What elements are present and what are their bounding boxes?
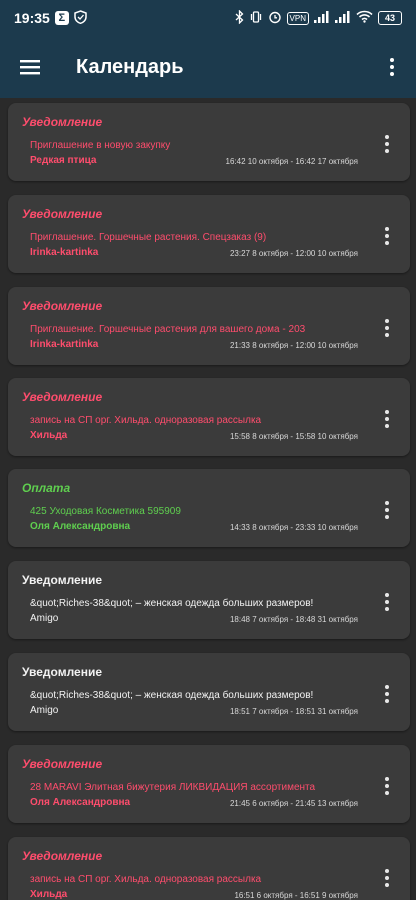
event-card[interactable]: Уведомление Приглашение. Горшечные расте… xyxy=(8,195,410,273)
event-description: 28 MARAVI Элитная бижутерия ЛИКВИДАЦИЯ а… xyxy=(30,782,316,793)
event-description: &quot;Riches-38&quot; – женская одежда б… xyxy=(30,598,314,609)
event-type: Уведомление xyxy=(22,573,103,587)
more-vertical-icon[interactable] xyxy=(374,497,400,523)
event-card[interactable]: Уведомление 28 MARAVI Элитная бижутерия … xyxy=(8,745,410,823)
status-bar: 19:35 Σ VPN 43 xyxy=(0,0,416,36)
event-list[interactable]: Уведомление Приглашение в новую закупку … xyxy=(0,98,416,900)
bluetooth-icon xyxy=(235,8,244,27)
event-description: Приглашение. Горшечные растения. Спецзак… xyxy=(30,232,267,243)
event-card[interactable]: Уведомление запись на СП орг. Хильда. од… xyxy=(8,837,410,900)
event-time: 16:51 6 октября - 16:51 9 октября xyxy=(234,891,358,900)
event-description: &quot;Riches-38&quot; – женская одежда б… xyxy=(30,690,314,701)
event-author: Оля Александровна xyxy=(30,797,131,808)
event-time: 15:58 8 октября - 15:58 10 октября xyxy=(229,432,358,441)
event-time: 21:33 8 октября - 12:00 10 октября xyxy=(229,341,358,350)
status-time: 19:35 xyxy=(14,10,50,26)
status-bar-right: VPN 43 xyxy=(235,8,402,27)
signal-icon xyxy=(314,10,330,26)
event-time: 16:42 10 октября - 16:42 17 октября xyxy=(225,157,358,166)
status-bar-left: 19:35 Σ xyxy=(14,9,87,27)
sigma-icon: Σ xyxy=(54,11,69,25)
event-card[interactable]: Уведомление Приглашение. Горшечные расте… xyxy=(8,287,410,365)
more-vertical-icon[interactable] xyxy=(374,406,400,432)
event-type: Уведомление xyxy=(22,665,103,679)
event-author: Редкая птица xyxy=(30,155,97,166)
alarm-icon xyxy=(268,10,282,27)
event-type: Уведомление xyxy=(22,849,103,863)
event-author: Хильда xyxy=(30,889,68,900)
event-author: Хильда xyxy=(30,430,68,441)
event-description: Приглашение в новую закупку xyxy=(30,140,171,151)
event-card[interactable]: Уведомление Приглашение в новую закупку … xyxy=(8,103,410,181)
more-vertical-icon[interactable] xyxy=(374,865,400,891)
event-author: Irinka-kartinka xyxy=(30,247,99,258)
hamburger-menu-icon[interactable] xyxy=(0,36,60,98)
event-type: Уведомление xyxy=(22,757,103,771)
app-bar: Календарь xyxy=(0,36,416,98)
more-vertical-icon[interactable] xyxy=(374,589,400,615)
event-description: запись на СП орг. Хильда. одноразовая ра… xyxy=(30,874,262,885)
event-author: Оля Александровна xyxy=(30,521,131,532)
more-vertical-icon[interactable] xyxy=(374,223,400,249)
event-author: Irinka-kartinka xyxy=(30,339,99,350)
more-vertical-icon[interactable] xyxy=(374,681,400,707)
more-vertical-icon[interactable] xyxy=(368,36,416,98)
event-type: Уведомление xyxy=(22,207,103,221)
event-card[interactable]: Уведомление &quot;Riches-38&quot; – женс… xyxy=(8,561,410,639)
signal-icon xyxy=(335,10,351,26)
event-type: Оплата xyxy=(22,481,71,495)
page-title: Календарь xyxy=(76,55,184,78)
event-author: Amigo xyxy=(30,705,59,716)
shield-icon xyxy=(74,9,87,27)
vibrate-icon xyxy=(249,10,263,27)
event-type: Уведомление xyxy=(22,299,103,313)
vpn-icon: VPN xyxy=(286,11,309,25)
event-author: Amigo xyxy=(30,613,59,624)
event-time: 18:48 7 октября - 18:48 31 октября xyxy=(229,615,358,624)
more-vertical-icon[interactable] xyxy=(374,131,400,157)
event-time: 23:27 8 октября - 12:00 10 октября xyxy=(229,249,358,258)
event-description: Приглашение. Горшечные растения для ваше… xyxy=(30,324,306,335)
event-description: запись на СП орг. Хильда. одноразовая ра… xyxy=(30,415,262,426)
battery-icon: 43 xyxy=(378,11,402,25)
event-description: 425 Уходовая Косметика 595909 xyxy=(30,506,181,517)
event-card[interactable]: Уведомление &quot;Riches-38&quot; – женс… xyxy=(8,653,410,731)
wifi-icon xyxy=(356,10,373,26)
event-card[interactable]: Оплата 425 Уходовая Косметика 595909 Оля… xyxy=(8,469,410,547)
event-type: Уведомление xyxy=(22,390,103,404)
more-vertical-icon[interactable] xyxy=(374,315,400,341)
event-time: 14:33 8 октября - 23:33 10 октября xyxy=(229,523,358,532)
event-time: 18:51 7 октября - 18:51 31 октября xyxy=(229,707,358,716)
event-card[interactable]: Уведомление запись на СП орг. Хильда. од… xyxy=(8,378,410,456)
more-vertical-icon[interactable] xyxy=(374,773,400,799)
event-type: Уведомление xyxy=(22,115,103,129)
event-time: 21:45 6 октября - 21:45 13 октября xyxy=(229,799,358,808)
